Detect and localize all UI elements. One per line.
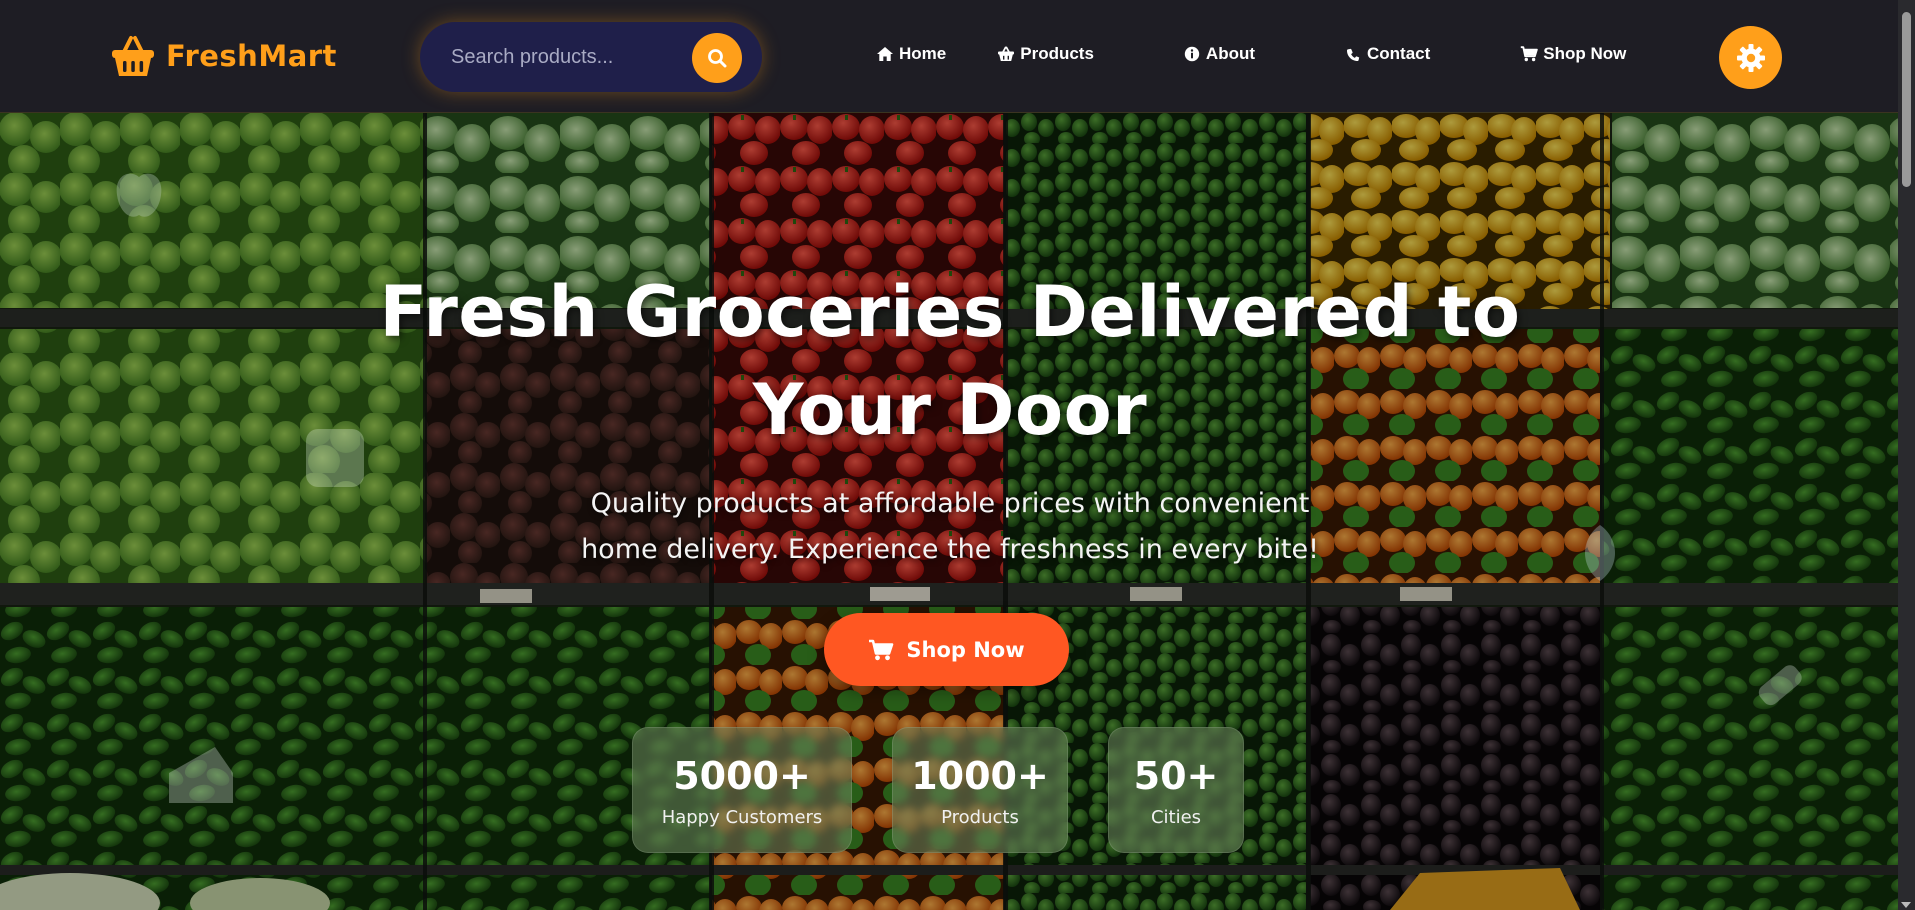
leaf-icon bbox=[1585, 525, 1615, 581]
cart-icon bbox=[869, 639, 894, 660]
nav-item-home[interactable]: Home bbox=[876, 44, 946, 64]
nav-item-label: Products bbox=[1020, 44, 1094, 63]
hero-title: Fresh Groceries Delivered to Your Door bbox=[300, 263, 1600, 459]
stat-label: Cities bbox=[1150, 806, 1202, 828]
search-input[interactable] bbox=[420, 22, 690, 92]
scroll-down-arrow-icon[interactable] bbox=[1901, 902, 1911, 908]
apple-icon bbox=[116, 173, 162, 217]
brand-logo[interactable]: FreshMart bbox=[110, 34, 337, 78]
nav-item-label: Home bbox=[899, 44, 947, 63]
stat-card-cities: 50+ Cities bbox=[1108, 727, 1244, 853]
nav-item-products[interactable]: Products bbox=[997, 44, 1094, 64]
hero-subtitle-line-2: home delivery. Experience the freshness … bbox=[581, 534, 1319, 565]
nav-item-about[interactable]: About bbox=[1183, 44, 1255, 64]
hero-section: Fresh Groceries Delivered to Your Door Q… bbox=[0, 113, 1898, 910]
nav-item-contact[interactable]: Contact bbox=[1344, 44, 1430, 64]
basket-icon bbox=[998, 46, 1015, 61]
stat-value: 5000+ bbox=[673, 753, 811, 798]
cheese-icon bbox=[169, 747, 233, 803]
stat-card-products: 1000+ Products bbox=[892, 727, 1068, 853]
settings-button[interactable] bbox=[1719, 26, 1782, 89]
hero-title-line-2: Your Door bbox=[752, 369, 1148, 451]
phone-icon bbox=[1347, 48, 1360, 61]
stat-card-customers: 5000+ Happy Customers bbox=[632, 727, 852, 853]
nav-item-label: Contact bbox=[1367, 44, 1431, 63]
search-icon bbox=[708, 49, 727, 68]
bottle-icon bbox=[1758, 665, 1802, 706]
shop-now-label: Shop Now bbox=[906, 637, 1025, 662]
cart-icon bbox=[1521, 46, 1539, 62]
stat-value: 50+ bbox=[1133, 753, 1219, 798]
navbar: FreshMart Home Products bbox=[0, 0, 1898, 113]
stat-label: Happy Customers bbox=[661, 806, 823, 828]
stat-value: 1000+ bbox=[911, 753, 1049, 798]
stat-label: Products bbox=[941, 806, 1019, 828]
search-bar bbox=[420, 22, 762, 92]
page-scrollbar[interactable] bbox=[1898, 0, 1915, 910]
search-button[interactable] bbox=[692, 33, 742, 83]
brand-name: FreshMart bbox=[166, 39, 337, 73]
gear-icon bbox=[1736, 43, 1765, 72]
nav-item-shop-now[interactable]: Shop Now bbox=[1520, 44, 1626, 64]
info-circle-icon bbox=[1184, 46, 1200, 62]
nav-item-label: Shop Now bbox=[1543, 44, 1627, 63]
hero-title-line-1: Fresh Groceries Delivered to bbox=[379, 271, 1521, 353]
nav-links: Home Products About Contact Shop Now bbox=[876, 44, 1626, 64]
hero-subtitle-line-1: Quality products at affordable prices wi… bbox=[590, 488, 1310, 519]
hero-subtitle: Quality products at affordable prices wi… bbox=[530, 481, 1370, 573]
home-icon bbox=[877, 47, 893, 61]
shop-now-button[interactable]: Shop Now bbox=[824, 613, 1069, 686]
scrollbar-thumb[interactable] bbox=[1902, 12, 1911, 187]
shopping-basket-icon bbox=[112, 36, 154, 76]
nav-item-label: About bbox=[1205, 44, 1256, 63]
